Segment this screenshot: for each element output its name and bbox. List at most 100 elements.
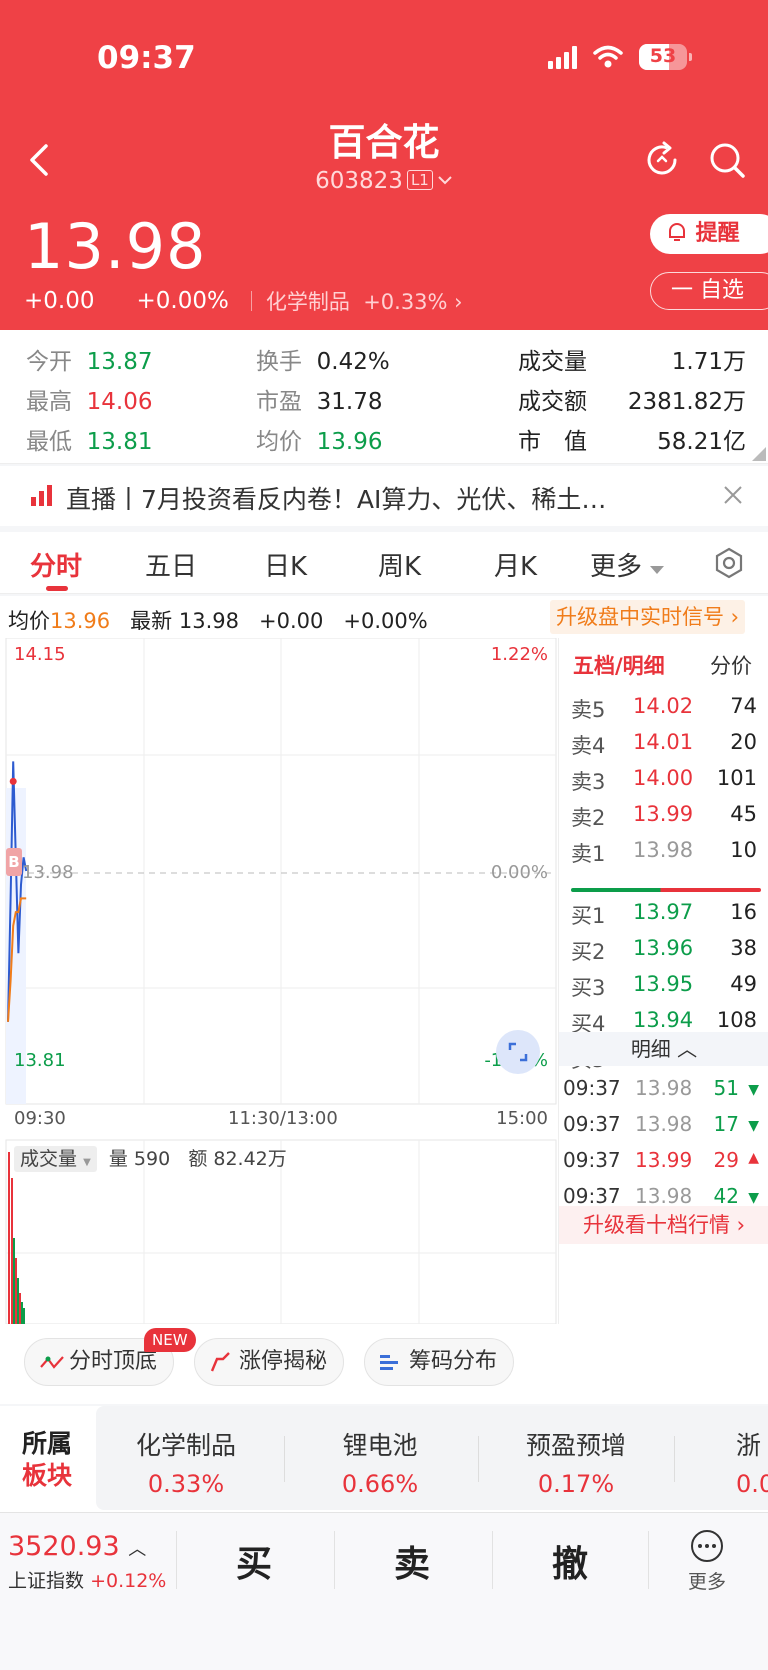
bid-price: 13.95	[633, 972, 694, 996]
sector-item[interactable]: 浙 0.0	[736, 1426, 768, 1498]
time-end-label: 15:00	[496, 1108, 548, 1129]
bid-volume: 108	[716, 1008, 757, 1032]
sector-item[interactable]: 预盈预增 0.17%	[486, 1426, 666, 1498]
bid-label: 买2	[571, 940, 606, 964]
bid-volume: 49	[730, 972, 757, 996]
bid-volume: 38	[730, 936, 757, 960]
volume-bars	[8, 1152, 25, 1324]
bid-price: 13.96	[633, 936, 694, 960]
expand-icon	[508, 1042, 528, 1062]
rising-line-icon	[210, 1352, 230, 1372]
sell-button[interactable]: 卖	[394, 1535, 430, 1587]
index-ticker[interactable]: 3520.93 ︿ 上证指数 +0.12%	[8, 1531, 166, 1593]
live-bars-icon	[31, 485, 52, 506]
buy-marker[interactable]: B	[6, 848, 22, 876]
tick-time: 09:37	[563, 1112, 621, 1136]
battery-icon: 53	[639, 44, 692, 70]
bid-price: 13.97	[633, 900, 694, 924]
more-dots-icon	[691, 1530, 723, 1562]
status-time: 09:37	[97, 40, 196, 76]
sector-section: 所属 板块 化学制品 0.33% 锂电池 0.66% 预盈预增 0.17% 浙 0.0	[0, 1406, 768, 1512]
alert-button[interactable]: 提醒	[650, 214, 768, 254]
bid-row: 买3 13.95 49	[559, 972, 768, 1002]
volume: 1.71万	[671, 349, 746, 375]
buy-button[interactable]: 买	[236, 1535, 272, 1587]
tab-five-day[interactable]: 五日	[145, 546, 197, 583]
live-news-banner[interactable]: 直播丨7月投资看反内卷！AI算力、光伏、稀土…	[0, 466, 768, 526]
search-icon[interactable]	[707, 140, 747, 180]
volume-bar	[8, 1152, 10, 1324]
status-icons: 53	[548, 44, 692, 70]
refresh-icon[interactable]	[642, 140, 682, 180]
watchlist-button[interactable]: 一 自选	[650, 272, 768, 310]
bid-ask-ratio-bar	[571, 888, 761, 892]
tool-chip-distribution[interactable]: 筹码分布	[364, 1338, 515, 1386]
stock-header: 09:37 53 百合花 603823 L1 13.98 +0.00 +0.00%	[0, 0, 768, 330]
news-text: 直播丨7月投资看反内卷！AI算力、光伏、稀土…	[66, 485, 607, 514]
ask-price: 14.02	[633, 694, 694, 718]
fullscreen-button[interactable]	[496, 1030, 540, 1074]
arrow-down-icon: ▼	[748, 1082, 759, 1098]
arrow-down-icon: ▼	[748, 1190, 759, 1206]
tab-more[interactable]: 更多	[590, 546, 665, 583]
settings-hexagon-icon[interactable]	[714, 547, 744, 579]
tab-daily-k[interactable]: 日K	[264, 546, 307, 583]
ask-volume: 10	[730, 838, 757, 862]
ask-label: 卖1	[571, 842, 606, 866]
industry-link[interactable]: 化学制品 +0.33% ›	[266, 286, 463, 316]
time-start-label: 09:30	[14, 1108, 66, 1129]
tab-monthly-k[interactable]: 月K	[494, 546, 537, 583]
bid-row: 买2 13.96 38	[559, 936, 768, 966]
tick-volume: 51	[713, 1076, 739, 1100]
detail-toggle[interactable]: 明细 ︿	[559, 1032, 768, 1066]
sector-item[interactable]: 化学制品 0.33%	[96, 1426, 276, 1498]
expand-corner-icon[interactable]	[752, 447, 766, 461]
current-price: 13.98	[24, 210, 207, 283]
tick-volume: 17	[713, 1112, 739, 1136]
order-book: 五档/明细 分价 卖5 14.02 74 卖4 14.01 20 卖3 14.00 101 卖2 1…	[558, 638, 768, 1324]
sector-item[interactable]: 锂电池 0.66%	[290, 1426, 470, 1498]
index-name: 上证指数	[8, 1570, 85, 1592]
ask-volume: 20	[730, 730, 757, 754]
tick-time: 09:37	[563, 1148, 621, 1172]
volume-bar	[11, 1178, 13, 1324]
tab-order-book[interactable]: 五档/明细	[573, 650, 665, 680]
upgrade-depth-button[interactable]: 升级看十档行情 ›	[559, 1206, 768, 1244]
pct-mid-label: 0.00%	[490, 862, 548, 883]
more-button[interactable]: 更多	[688, 1529, 726, 1594]
intraday-chart-svg	[5, 638, 557, 1324]
caret-down-icon	[650, 566, 665, 574]
close-icon[interactable]	[722, 484, 744, 506]
signal-dot	[9, 777, 17, 785]
stock-stats: 今开 13.87 最高 14.06 最低 13.81 换手 0.42% 市盈 3…	[0, 330, 768, 464]
upgrade-signal-button[interactable]: 升级盘中实时信号 ›	[550, 600, 746, 634]
tab-weekly-k[interactable]: 周K	[378, 546, 421, 583]
tool-limit-up[interactable]: 涨停揭秘	[194, 1338, 345, 1386]
volume-selector[interactable]: 成交量 ▼	[14, 1146, 97, 1172]
intraday-chart[interactable]: 14.15 13.98 13.81 1.22% 0.00% -1.22% B 0…	[0, 638, 558, 1324]
ask-volume: 101	[716, 766, 757, 790]
ask-row: 卖2 13.99 45	[559, 802, 768, 832]
volume-bar	[23, 1308, 25, 1324]
tick-row: 09:37 13.98 51 ▼	[559, 1076, 768, 1106]
active-tab-indicator	[46, 586, 68, 591]
chip-bars-icon	[380, 1355, 398, 1370]
wave-icon	[40, 1356, 64, 1369]
bid-price: 13.94	[633, 1008, 694, 1032]
tab-price-dist[interactable]: 分价	[710, 650, 752, 680]
turnover: 0.42%	[316, 349, 390, 375]
ask-price: 14.00	[633, 766, 694, 790]
bottom-trade-bar: 3520.93 ︿ 上证指数 +0.12% 买 卖 撤 更多	[0, 1512, 768, 1670]
y-high-label: 14.15	[14, 644, 66, 665]
volume-bar	[17, 1278, 19, 1324]
bid-row: 买1 13.97 16	[559, 900, 768, 930]
open-price: 13.87	[86, 349, 153, 375]
analysis-tools: 分时顶底 NEW 涨停揭秘 筹码分布	[0, 1324, 768, 1404]
tick-row: 09:37 13.98 17 ▼	[559, 1112, 768, 1142]
tab-intraday[interactable]: 分时	[30, 546, 82, 583]
tick-time: 09:37	[563, 1184, 621, 1208]
volume-value: 590	[133, 1148, 171, 1170]
intraday-info-bar: 均价13.96 最新 13.98 +0.00 +0.00% 升级盘中实时信号 ›	[0, 596, 768, 638]
cancel-order-button[interactable]: 撤	[552, 1535, 588, 1587]
wifi-icon	[593, 45, 623, 68]
